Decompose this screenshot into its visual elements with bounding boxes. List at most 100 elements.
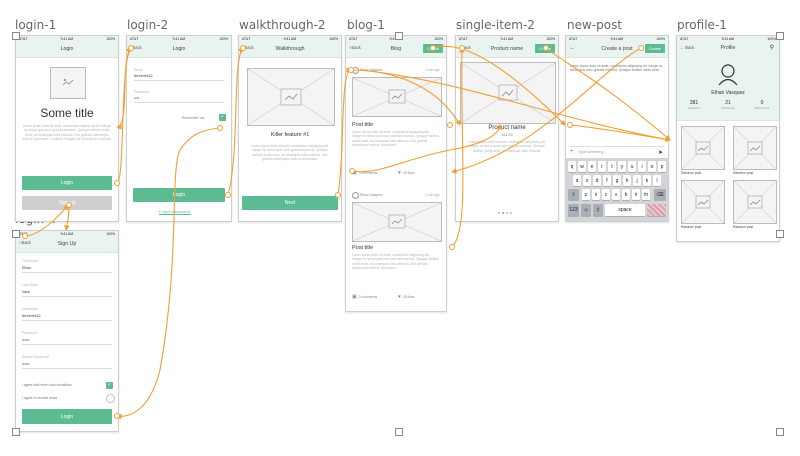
stat-item[interactable]: 0 Blog Posts [745,100,779,110]
key-f[interactable]: f [603,175,611,186]
resize-handle[interactable] [395,32,403,40]
key-g[interactable]: g [613,175,621,186]
key-r[interactable]: r [598,161,606,172]
remember-checkbox[interactable]: ✓ [219,114,226,121]
key-j[interactable]: j [633,175,641,186]
key-a[interactable]: a [573,175,581,186]
message-input[interactable]: Type something... [578,150,606,154]
comments-count[interactable]: ▣ 3 comments [352,170,377,176]
likes-count[interactable]: ♥ 15 likes [398,294,414,300]
artboard-single-item-2: AT&T 9:41 AM 100% ‹ Back Product name Creat… [455,35,559,222]
resize-handle[interactable] [776,32,784,40]
return-key[interactable] [647,204,666,216]
newsletter-radio[interactable] [106,394,115,403]
next-button[interactable]: Next [242,196,338,210]
key-z[interactable]: z [582,189,590,200]
page-indicator[interactable] [498,212,512,214]
key-i[interactable]: i [638,161,646,172]
artboard-label-blog-1[interactable]: blog-1 [347,18,385,32]
artboard-label-walkthrough-2[interactable]: walkthrough-2 [239,18,326,32]
delete-key[interactable]: ⌫ [654,189,666,200]
key-t[interactable]: t [608,161,616,172]
mic-key[interactable]: ‡ [593,204,603,216]
create-button[interactable]: Create [644,44,665,53]
form-field[interactable]: ibenedek22 [22,314,112,321]
shift-key[interactable]: ⇧ [568,189,579,200]
image-placeholder-icon[interactable] [681,180,725,224]
resize-handle[interactable] [776,428,784,436]
artboard-label-new-post[interactable]: new-post [567,18,622,32]
resize-handle[interactable] [776,230,784,238]
key-s[interactable]: s [583,175,591,186]
artboard-label-login-2[interactable]: login-2 [127,18,168,32]
key-q[interactable]: q [568,161,576,172]
stat-item[interactable]: 21 Following [711,100,745,110]
back-button[interactable]: ‹ Back [459,45,471,50]
resize-handle[interactable] [12,32,20,40]
search-icon[interactable]: ⚲ [770,44,774,51]
back-button[interactable]: ← Back [680,45,695,50]
artboard-label-login-1[interactable]: login-1 [15,18,56,32]
form-field[interactable]: Ethan [22,266,112,273]
form-field[interactable]: Vass [22,290,112,297]
email-field[interactable]: ibenedek22 [134,74,224,81]
key-h[interactable]: h [623,175,631,186]
add-icon[interactable]: + [570,149,574,155]
signup-button[interactable]: Sign up [22,196,112,210]
key-l[interactable]: l [653,175,661,186]
artboard-label-single-item-2[interactable]: single-item-2 [456,18,535,32]
back-button[interactable]: ← [569,45,575,51]
send-icon[interactable]: ➤ [658,149,663,156]
form-field[interactable]: •••••• [22,362,112,369]
image-placeholder-icon[interactable] [681,126,725,170]
numbers-key[interactable]: 123 [568,204,579,216]
key-n[interactable]: n [632,189,640,200]
key-u[interactable]: u [628,161,636,172]
stat-item[interactable]: 381 Followers [677,100,711,110]
key-v[interactable]: v [612,189,620,200]
page-dot[interactable] [498,212,500,214]
image-placeholder-icon[interactable] [733,180,777,224]
comments-count[interactable]: ▣ 3 comments [352,294,377,300]
key-b[interactable]: b [622,189,630,200]
password-field[interactable]: •••• [134,96,224,103]
back-button[interactable]: ‹ Back [130,45,142,50]
login-button[interactable]: Login [22,176,112,190]
key-e[interactable]: e [588,161,596,172]
image-placeholder-icon[interactable] [352,202,442,242]
key-m[interactable]: m [642,189,650,200]
key-p[interactable]: p [658,161,666,172]
key-k[interactable]: k [643,175,651,186]
back-button[interactable]: ‹ Back [349,45,361,50]
key-d[interactable]: d [593,175,601,186]
create-button[interactable]: Create [422,44,443,53]
key-o[interactable]: o [648,161,656,172]
resize-handle[interactable] [12,428,20,436]
space-key[interactable]: space [605,204,645,216]
key-y[interactable]: y [618,161,626,172]
forgot-password-link[interactable]: Forgot password? [159,209,191,214]
likes-count[interactable]: ♥ 15 likes [398,170,414,176]
login-button[interactable]: Login [133,188,225,202]
page-dot[interactable] [510,212,512,214]
key-w[interactable]: w [578,161,586,172]
artboard-label-profile-1[interactable]: profile-1 [677,18,727,32]
resize-handle[interactable] [12,230,20,238]
create-button[interactable]: Create [534,44,555,53]
key-c[interactable]: c [602,189,610,200]
emoji-key[interactable]: ☺ [581,204,591,216]
post-text-area[interactable]: Lorem ipsum dolor sit amet, consectetur … [570,64,664,80]
post-title[interactable]: Post title [352,122,373,128]
back-button[interactable]: ‹ Back [242,45,254,50]
login-button[interactable]: Login [22,409,112,424]
page-dot[interactable] [506,212,508,214]
image-placeholder-icon[interactable] [352,77,442,117]
terms-checkbox[interactable]: ✓ [106,382,113,389]
image-placeholder-icon[interactable] [733,126,777,170]
post-title[interactable]: Post title [352,245,373,251]
back-button[interactable]: ‹ Back [19,240,31,245]
resize-handle[interactable] [395,428,403,436]
page-dot-active[interactable] [502,212,504,214]
key-x[interactable]: x [592,189,600,200]
form-field[interactable]: •••••• [22,338,112,345]
